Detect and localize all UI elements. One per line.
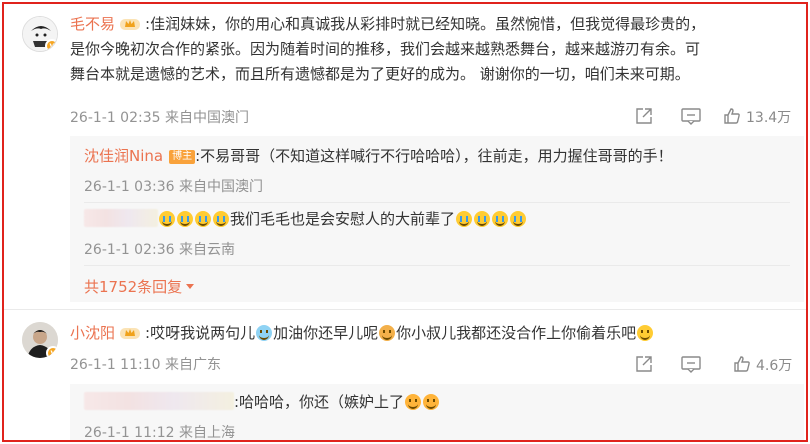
- share-icon: [636, 356, 652, 372]
- crying-emoji-icon: [177, 211, 193, 227]
- reply-item: :哈哈哈，你还（嫉妒上了: [84, 390, 440, 415]
- reply-text: :哈哈哈，你还（嫉妒上了: [234, 393, 405, 411]
- comment-meta: 26-1-1 11:10 来自广东: [70, 357, 221, 373]
- like-icon: [724, 108, 740, 124]
- crown-badge-icon: [120, 19, 141, 30]
- crying-emoji-icon: [510, 211, 527, 227]
- avatar[interactable]: v: [22, 322, 58, 358]
- reply-meta: 26-1-1 03:36 来自中国澳门: [84, 179, 263, 195]
- crying-emoji-icon: [474, 211, 491, 227]
- like-count: 4.6万: [756, 358, 793, 374]
- blurred-username[interactable]: [84, 392, 234, 410]
- crying-emoji-icon: [456, 211, 473, 227]
- verified-badge-icon: v: [46, 346, 58, 358]
- reply-item: 沈佳润Nina 博主:不易哥哥（不知道这样喊行不行哈哈哈），往前走，用力握住哥哥的…: [84, 144, 673, 169]
- like-button[interactable]: 13.4万: [722, 106, 804, 126]
- comment-text-part1: :哎呀我说两句儿: [145, 324, 256, 342]
- comment-text-line3: 舞台本就是遗憾的艺术，而且所有遗憾都是为了更好的成为。 谢谢你的一切，咱们未来可…: [70, 65, 690, 83]
- crying-emoji-icon: [159, 211, 175, 227]
- avatar[interactable]: v: [22, 16, 58, 52]
- comment-icon: [681, 356, 701, 373]
- comment-text-line2: 是你今晚初次合作的紧张。因为随着时间的推移，我们会越来越熟悉舞台，越来越游刃有余…: [70, 40, 701, 58]
- more-replies-label: 共1752条回复: [84, 278, 183, 296]
- divider: [4, 309, 806, 310]
- crying-emoji-icon: [195, 211, 211, 227]
- comment-username[interactable]: 毛不易: [70, 15, 115, 33]
- comment-text-part3: 你小叔儿我都还没合作上你偷着乐吧: [396, 324, 637, 342]
- clap-emoji-icon: [379, 325, 396, 341]
- comment-body: 毛不易 :佳润妹妹，你的用心和真诚我从彩排时就已经知晓。虽然惋惜，但我觉得最珍贵的…: [70, 12, 800, 87]
- more-replies-link[interactable]: 共1752条回复: [84, 276, 195, 297]
- comment-meta: 26-1-1 02:35 来自中国澳门: [70, 110, 249, 126]
- reply-item: 我们毛毛也是会安慰人的大前辈了: [84, 207, 527, 232]
- like-count: 13.4万: [746, 110, 792, 126]
- reply-meta: 26-1-1 11:12 来自上海: [84, 425, 235, 441]
- author-badge: 博主: [169, 150, 196, 164]
- divider: [84, 202, 790, 203]
- like-icon: [734, 356, 750, 372]
- comment-button[interactable]: [680, 106, 702, 126]
- cheer-emoji-icon: [256, 325, 273, 341]
- reply-username[interactable]: 沈佳润Nina: [84, 147, 163, 165]
- crying-emoji-icon: [492, 211, 509, 227]
- comment-button[interactable]: [680, 354, 702, 374]
- reply-meta: 26-1-1 02:36 来自云南: [84, 242, 235, 258]
- chevron-down-icon: [186, 284, 195, 289]
- comments-panel: v 毛不易 :佳润妹妹，你的用心和真诚我从彩排时就已经知晓。虽然惋惜，但我觉得最珍…: [2, 2, 808, 442]
- comment-text-line1: :佳润妹妹，你的用心和真诚我从彩排时就已经知晓。虽然惋惜，但我觉得最珍贵的，: [145, 15, 706, 33]
- crying-emoji-icon: [213, 211, 229, 227]
- like-button[interactable]: 4.6万: [732, 354, 804, 374]
- share-icon: [636, 108, 652, 124]
- laugh-emoji-icon: [637, 325, 654, 341]
- blurred-username[interactable]: [84, 209, 158, 227]
- comment-icon: [681, 108, 701, 125]
- grin-emoji-icon: [405, 394, 422, 410]
- share-button[interactable]: [634, 354, 654, 374]
- share-button[interactable]: [634, 106, 654, 126]
- reply-text: :不易哥哥（不知道这样喊行不行哈哈哈），往前走，用力握住哥哥的手！: [195, 147, 673, 165]
- comment-username[interactable]: 小沈阳: [70, 324, 115, 342]
- comment-text-part2: 加油你还早儿呢: [273, 324, 379, 342]
- comment-body: 小沈阳 :哎呀我说两句儿 加油你还早儿呢 你小叔儿我都还没合作上你偷着乐吧: [70, 321, 800, 346]
- divider: [84, 265, 790, 266]
- reply-text: 我们毛毛也是会安慰人的大前辈了: [230, 210, 456, 228]
- crown-badge-icon: [120, 328, 141, 339]
- verified-badge-icon: v: [45, 39, 57, 51]
- grin-emoji-icon: [423, 394, 440, 410]
